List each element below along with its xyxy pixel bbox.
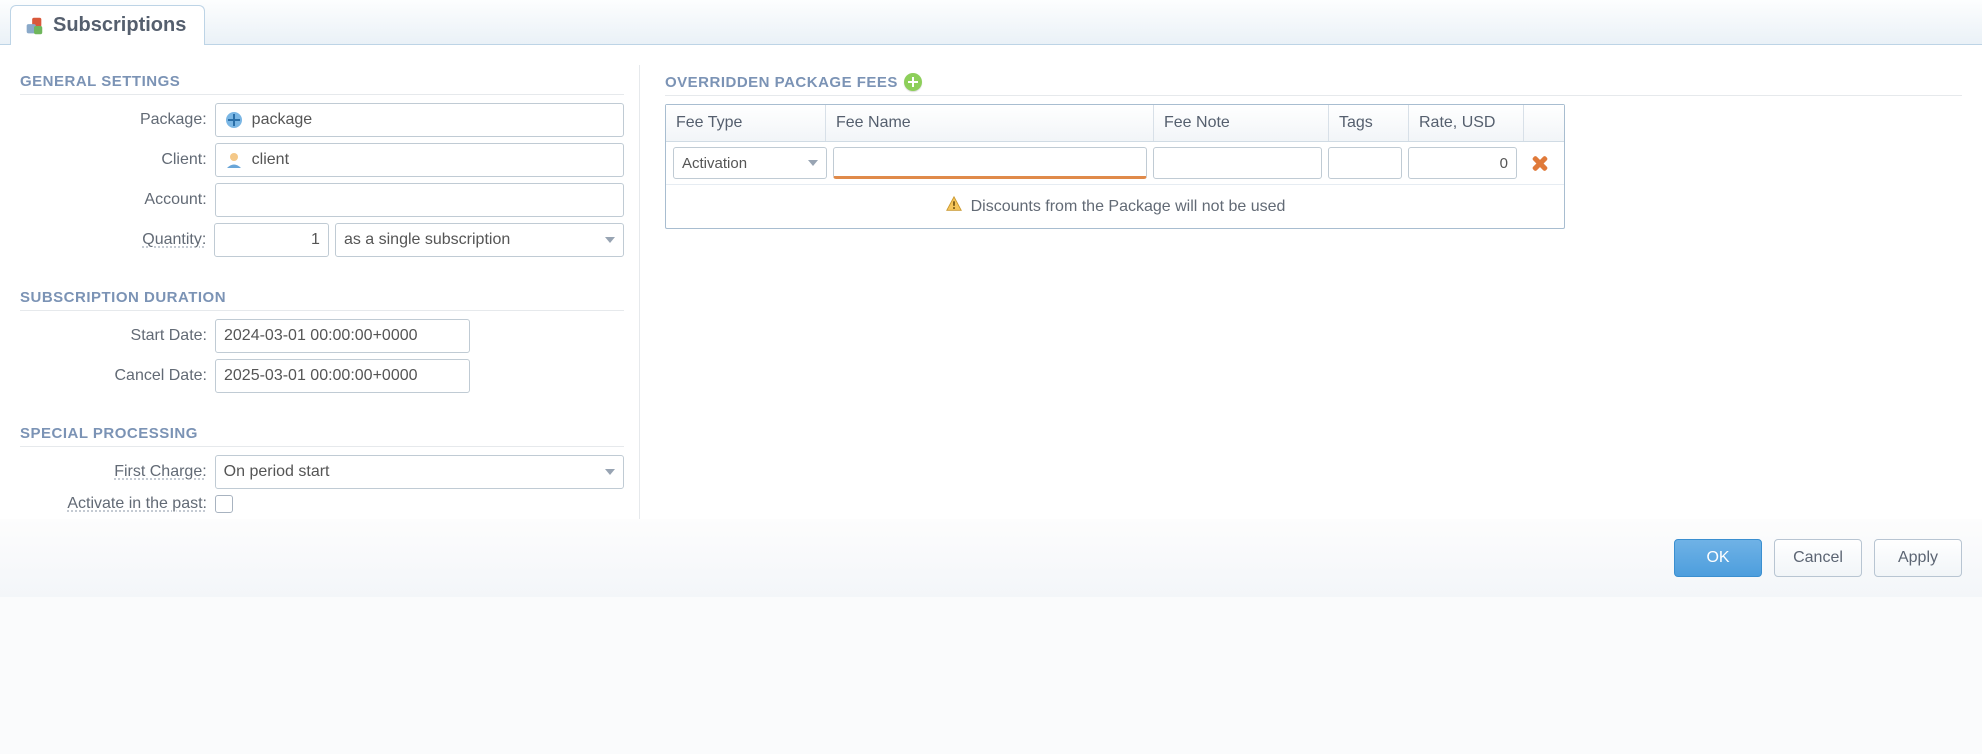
cancel-button[interactable]: Cancel (1774, 539, 1862, 577)
row-quantity: Quantity: 1 as a single subscription (20, 223, 624, 257)
quantity-mode-value: as a single subscription (344, 231, 510, 249)
account-input[interactable] (215, 183, 624, 217)
row-client: Client: client (20, 143, 624, 177)
package-input[interactable]: package (215, 103, 624, 137)
fee-name-input[interactable] (833, 147, 1147, 179)
quantity-mode-select[interactable]: as a single subscription (335, 223, 624, 257)
left-column: GENERAL SETTINGS Package: package Client… (20, 65, 640, 519)
package-icon (224, 110, 244, 130)
ok-button[interactable]: OK (1674, 539, 1762, 577)
tab-bar: Subscriptions (0, 0, 1982, 45)
fees-table-header: Fee Type Fee Name Fee Note Tags Rate, US… (666, 105, 1564, 142)
row-first-charge: First Charge: On period start (20, 455, 624, 489)
fees-warning: Discounts from the Package will not be u… (666, 184, 1564, 228)
quantity-value: 1 (311, 231, 320, 249)
cancel-date-value: 2025-03-01 00:00:00+0000 (224, 367, 418, 385)
fee-note-input[interactable] (1153, 147, 1322, 179)
activate-past-checkbox[interactable] (215, 495, 233, 513)
col-rate: Rate, USD (1409, 105, 1524, 141)
fee-tags-input[interactable] (1328, 147, 1402, 179)
label-cancel-date: Cancel Date: (20, 367, 215, 385)
label-package: Package: (20, 111, 215, 129)
col-delete (1524, 105, 1564, 141)
client-value: client (252, 151, 289, 169)
label-activate-past: Activate in the past: (20, 495, 215, 513)
row-package: Package: package (20, 103, 624, 137)
label-client: Client: (20, 151, 215, 169)
row-cancel-date: Cancel Date: 2025-03-01 00:00:00+0000 (20, 359, 624, 393)
fees-table: Fee Type Fee Name Fee Note Tags Rate, US… (665, 104, 1565, 229)
col-fee-note: Fee Note (1154, 105, 1329, 141)
warning-icon (945, 195, 963, 218)
label-first-charge: First Charge: (20, 463, 215, 481)
col-tags: Tags (1329, 105, 1409, 141)
footer: OK Cancel Apply (0, 519, 1982, 597)
user-icon (224, 150, 244, 170)
label-quantity: Quantity: (20, 231, 214, 249)
section-general-header: GENERAL SETTINGS (20, 65, 624, 95)
cancel-date-input[interactable]: 2025-03-01 00:00:00+0000 (215, 359, 470, 393)
row-account: Account: (20, 183, 624, 217)
section-duration-header: SUBSCRIPTION DURATION (20, 281, 624, 311)
content: GENERAL SETTINGS Package: package Client… (0, 45, 1982, 519)
tab-subscriptions[interactable]: Subscriptions (10, 5, 205, 45)
first-charge-select[interactable]: On period start (215, 455, 624, 489)
col-fee-type: Fee Type (666, 105, 826, 141)
start-date-value: 2024-03-01 00:00:00+0000 (224, 327, 418, 345)
fees-row: Activation (666, 142, 1564, 184)
row-activate-past: Activate in the past: (20, 495, 624, 513)
subscriptions-icon (23, 15, 45, 37)
section-fees-header: OVERRIDDEN PACKAGE FEES (665, 65, 1962, 96)
fee-type-value: Activation (682, 155, 747, 172)
fee-rate-input[interactable]: 0 (1408, 147, 1517, 179)
fees-warning-text: Discounts from the Package will not be u… (971, 198, 1286, 216)
section-special-header: SPECIAL PROCESSING (20, 417, 624, 447)
right-column: OVERRIDDEN PACKAGE FEES Fee Type Fee Nam… (640, 65, 1962, 519)
start-date-input[interactable]: 2024-03-01 00:00:00+0000 (215, 319, 470, 353)
label-start-date: Start Date: (20, 327, 215, 345)
client-input[interactable]: client (215, 143, 624, 177)
first-charge-value: On period start (224, 463, 330, 481)
quantity-input[interactable]: 1 (214, 223, 329, 257)
tab-label: Subscriptions (53, 14, 186, 37)
package-value: package (252, 111, 313, 129)
delete-row-button[interactable] (1529, 152, 1551, 174)
chevron-down-icon (605, 469, 615, 475)
apply-button[interactable]: Apply (1874, 539, 1962, 577)
chevron-down-icon (808, 160, 818, 166)
chevron-down-icon (605, 237, 615, 243)
add-fee-button[interactable] (904, 73, 922, 91)
fees-title: OVERRIDDEN PACKAGE FEES (665, 74, 898, 91)
col-fee-name: Fee Name (826, 105, 1154, 141)
fee-rate-value: 0 (1500, 155, 1508, 172)
row-start-date: Start Date: 2024-03-01 00:00:00+0000 (20, 319, 624, 353)
fee-type-select[interactable]: Activation (673, 147, 827, 179)
label-account: Account: (20, 191, 215, 209)
